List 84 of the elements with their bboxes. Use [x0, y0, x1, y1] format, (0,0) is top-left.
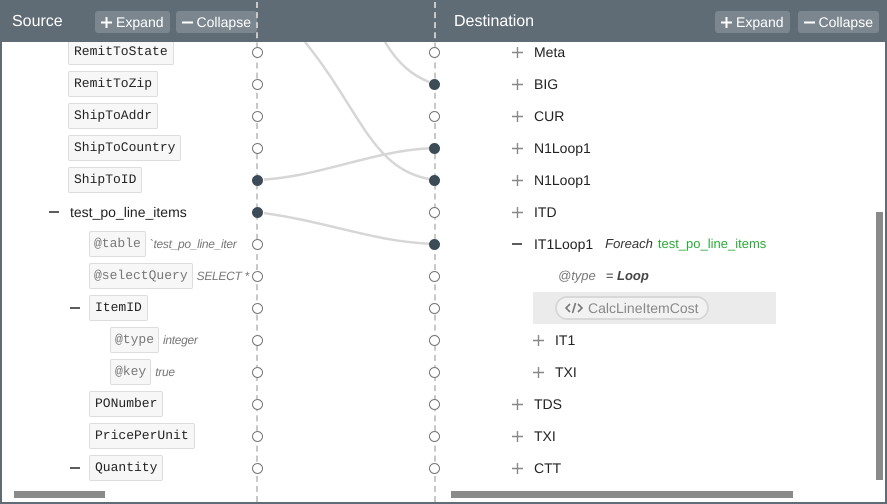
- scrollbar-thumb[interactable]: [14, 491, 105, 498]
- port[interactable]: [429, 398, 440, 410]
- expand-icon[interactable]: [512, 78, 523, 90]
- expand-icon[interactable]: [512, 142, 523, 154]
- node-label[interactable]: BIG: [534, 74, 558, 94]
- expand-button[interactable]: Expand: [715, 11, 790, 33]
- expand-icon[interactable]: [512, 206, 523, 218]
- attribute-chip[interactable]: @table: [89, 231, 146, 257]
- field-chip[interactable]: PONumber: [89, 391, 164, 417]
- port[interactable]: [429, 430, 440, 442]
- port[interactable]: [252, 366, 263, 378]
- port[interactable]: [252, 462, 263, 474]
- attribute-name: @type: [558, 267, 596, 286]
- mapped-port[interactable]: [252, 206, 263, 218]
- port[interactable]: [252, 142, 263, 154]
- scrollbar-thumb[interactable]: [876, 212, 883, 480]
- foreach-label: Foreach: [605, 235, 653, 254]
- node-label[interactable]: Meta: [534, 42, 566, 62]
- expand-icon[interactable]: [512, 110, 523, 122]
- field-chip[interactable]: ItemID: [89, 295, 148, 321]
- attribute-chip[interactable]: @type: [110, 327, 160, 353]
- attribute-value: integer: [163, 332, 198, 349]
- panel-title: Source: [12, 12, 64, 32]
- group-label[interactable]: test_po_line_items: [70, 202, 187, 222]
- collapse-button[interactable]: Collapse: [798, 11, 879, 33]
- port[interactable]: [252, 398, 263, 410]
- port[interactable]: [252, 302, 263, 314]
- mapped-port[interactable]: [429, 142, 440, 154]
- node-label[interactable]: IT1: [555, 330, 576, 350]
- port[interactable]: [252, 110, 263, 122]
- attribute-chip[interactable]: @selectQuery: [89, 263, 193, 289]
- panel-title: Destination: [454, 12, 536, 32]
- code-icon: [565, 302, 583, 314]
- attribute-value: = Loop: [606, 267, 649, 286]
- plus-icon: [721, 16, 732, 28]
- port[interactable]: [429, 334, 440, 346]
- expand-icon[interactable]: [512, 398, 523, 410]
- port[interactable]: [252, 78, 263, 90]
- port[interactable]: [252, 430, 263, 442]
- expand-icon[interactable]: [533, 334, 544, 346]
- collapse-button[interactable]: Collapse: [176, 11, 257, 33]
- port[interactable]: [252, 270, 263, 282]
- attribute-value: `test_po_line_iter: [150, 236, 236, 253]
- port[interactable]: [429, 46, 440, 58]
- expand-icon[interactable]: [512, 174, 523, 186]
- port[interactable]: [252, 334, 263, 346]
- field-chip[interactable]: RemitToState: [68, 42, 174, 65]
- port[interactable]: [429, 462, 440, 474]
- port[interactable]: [429, 302, 440, 314]
- node-label[interactable]: TDS: [534, 394, 562, 414]
- node-label[interactable]: IT1Loop1: [534, 234, 594, 254]
- expand-icon[interactable]: [512, 462, 523, 474]
- node-label[interactable]: TXI: [534, 426, 556, 446]
- attribute-value: true: [155, 364, 175, 381]
- attribute-chip[interactable]: @key: [110, 359, 152, 385]
- port[interactable]: [252, 46, 263, 58]
- field-chip[interactable]: Quantity: [89, 455, 164, 481]
- field-chip[interactable]: PricePerUnit: [89, 423, 195, 449]
- port[interactable]: [429, 206, 440, 218]
- plus-icon: [101, 16, 112, 28]
- mapped-port[interactable]: [429, 238, 440, 250]
- field-chip[interactable]: RemitToZip: [68, 71, 158, 97]
- node-label[interactable]: CTT: [534, 458, 562, 478]
- scrollbar-thumb[interactable]: [451, 491, 793, 498]
- expand-icon[interactable]: [533, 366, 544, 378]
- port[interactable]: [252, 238, 263, 250]
- port[interactable]: [429, 366, 440, 378]
- node-label[interactable]: TXI: [555, 362, 577, 382]
- mapped-port[interactable]: [429, 78, 440, 90]
- expand-button[interactable]: Expand: [95, 11, 170, 33]
- field-chip[interactable]: ShipToAddr: [68, 103, 158, 129]
- port[interactable]: [429, 110, 440, 122]
- node-label[interactable]: N1Loop1: [534, 138, 591, 158]
- port[interactable]: [429, 270, 440, 282]
- field-chip[interactable]: ShipToID: [68, 167, 142, 193]
- node-label[interactable]: ITD: [534, 202, 557, 222]
- attribute-value: SELECT *: [196, 268, 249, 285]
- field-chip[interactable]: ShipToCountry: [68, 135, 182, 161]
- expand-icon[interactable]: [512, 430, 523, 442]
- mapped-port[interactable]: [252, 174, 263, 186]
- node-label[interactable]: CUR: [534, 106, 564, 126]
- mapped-port[interactable]: [429, 174, 440, 186]
- expand-icon[interactable]: [512, 46, 523, 58]
- node-label[interactable]: N1Loop1: [534, 170, 591, 190]
